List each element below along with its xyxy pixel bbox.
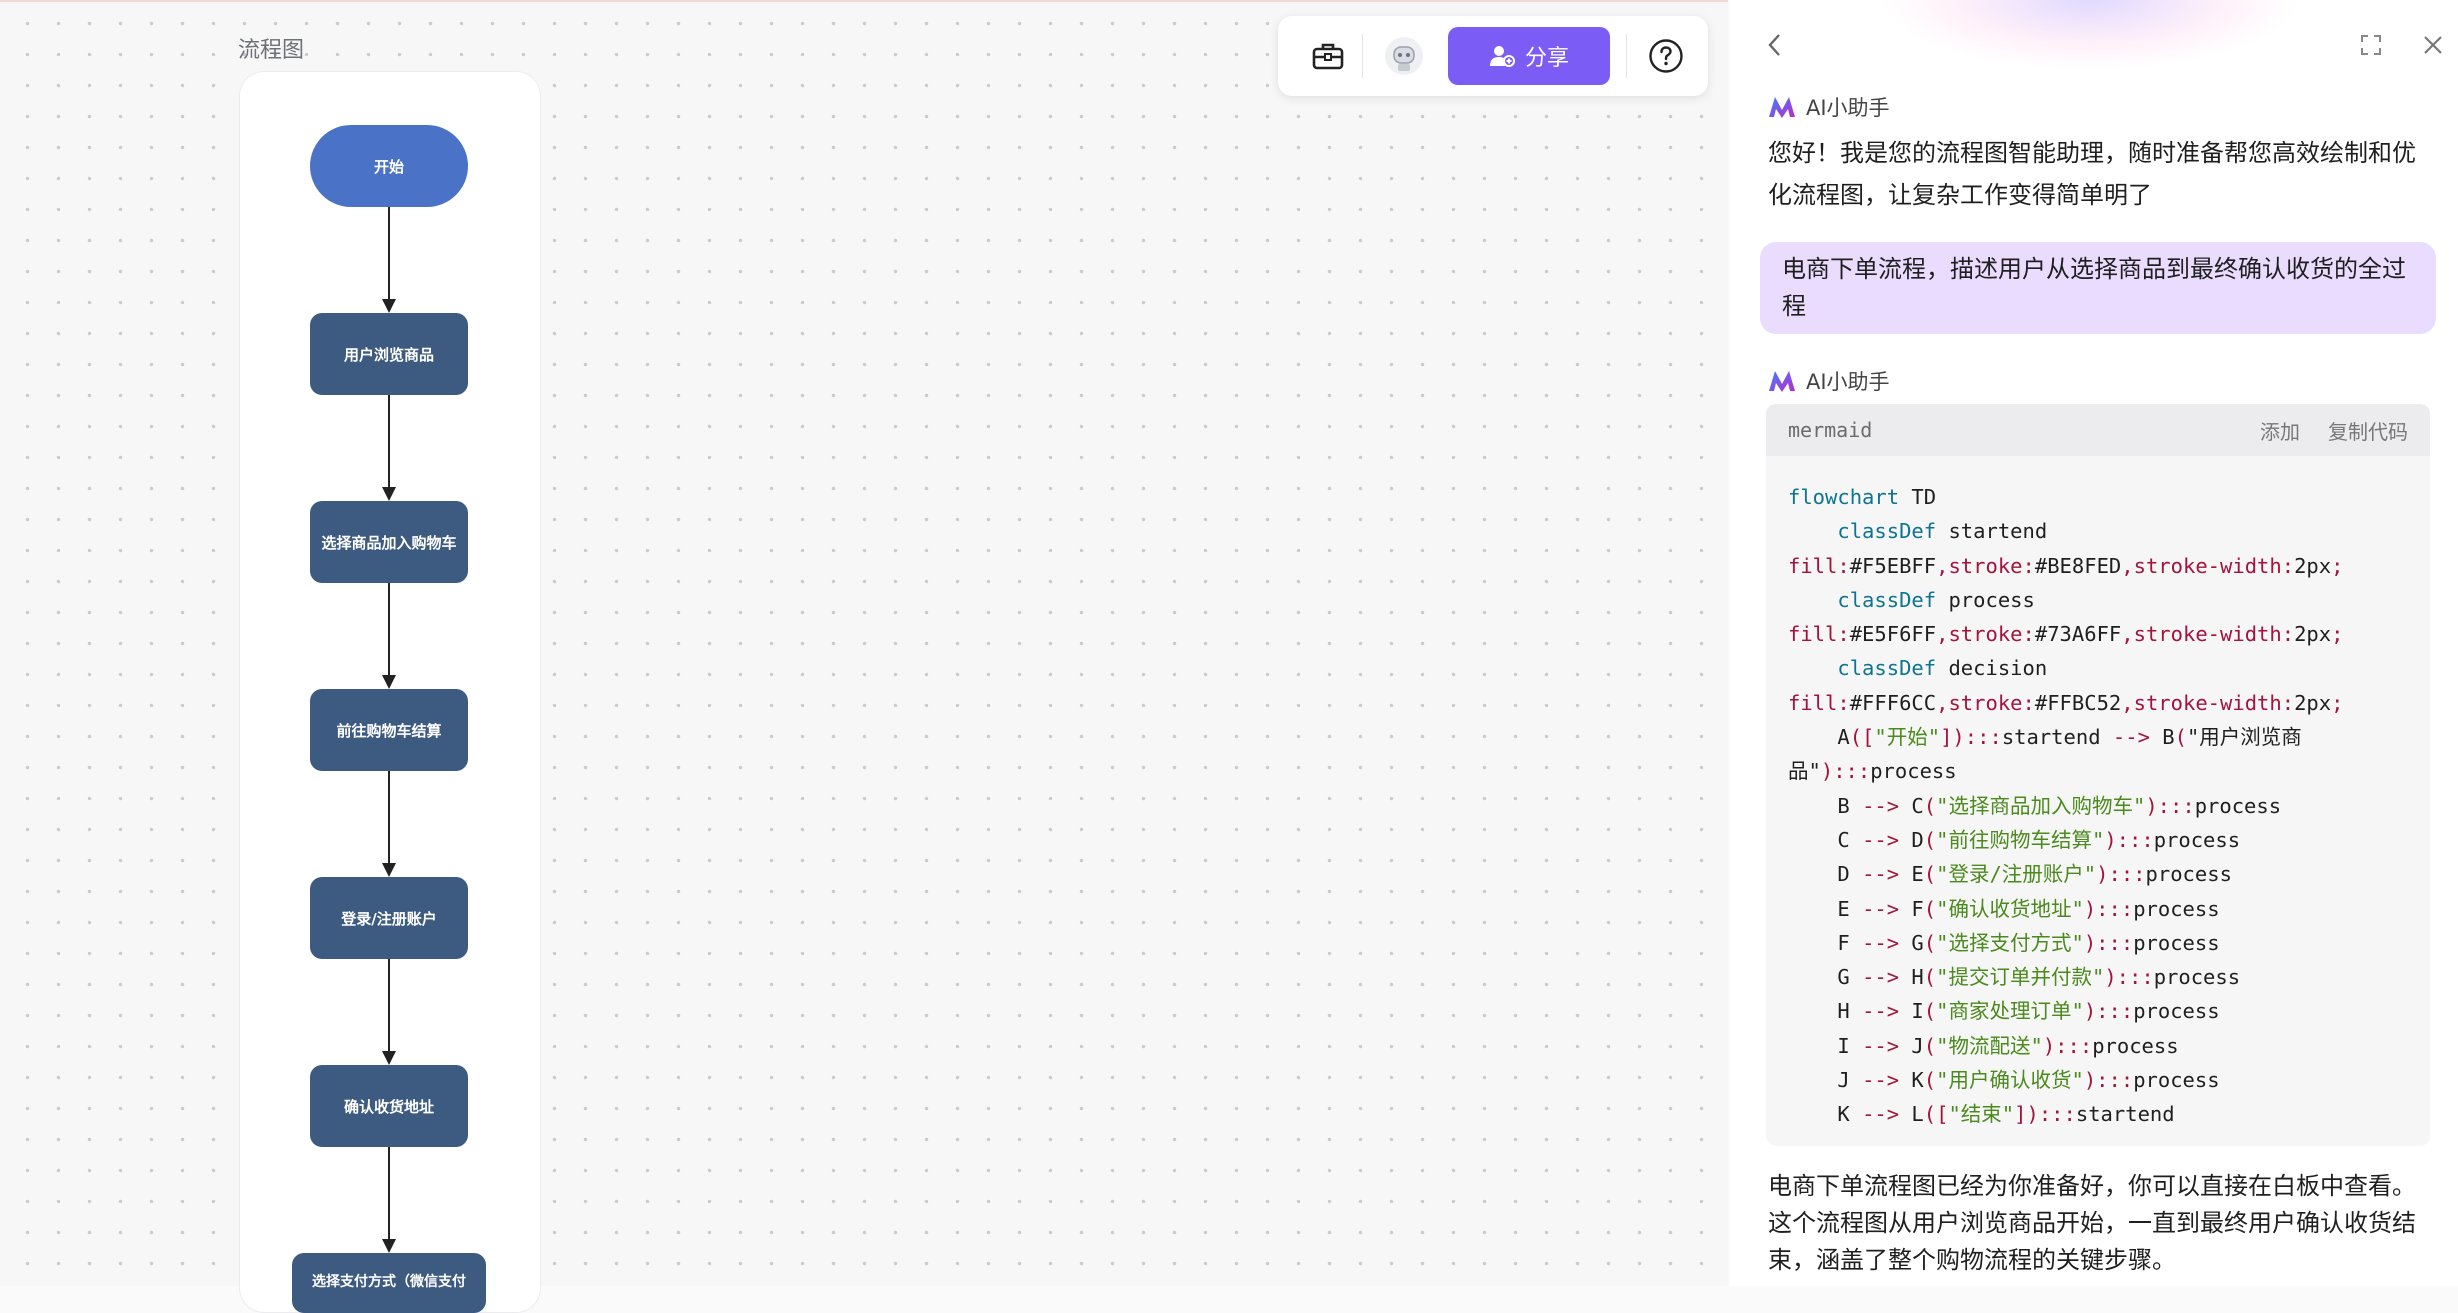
chevron-left-icon[interactable]	[1758, 28, 1792, 62]
assistant-reply: 电商下单流程图已经为你准备好，你可以直接在白板中查看。这个流程图从用户浏览商品开…	[1768, 1172, 2416, 1274]
flow-node[interactable]: 用户浏览商品	[310, 313, 468, 395]
flow-connector	[388, 771, 390, 865]
arrowhead-icon	[382, 1239, 396, 1253]
whiteboard-canvas[interactable]: 流程图 开始用户浏览商品 选择商品加入购物车 前往购物车结算 登录/注册账户 确认收货地…	[0, 0, 1728, 1313]
ai-logo-icon	[1769, 97, 1795, 118]
share-label: 分享	[1524, 46, 1569, 71]
toolbar-divider	[1362, 34, 1363, 78]
flow-node[interactable]: 前往购物车结算	[310, 689, 468, 771]
ai-assistant-panel: AI小助手 您好！我是您的流程图智能助理，随时准备帮您高效绘制和优化流程图，让复…	[1730, 0, 2458, 1286]
toolbox-icon[interactable]	[1308, 36, 1348, 76]
flow-connector	[388, 959, 390, 1053]
flow-connector	[388, 583, 390, 677]
ai-logo-icon	[1769, 371, 1795, 392]
share-button[interactable]: 分享	[1448, 27, 1610, 85]
code-block-header: mermaid 添加 复制代码	[1766, 404, 2430, 456]
canvas-toolbar: 分享	[1278, 16, 1708, 96]
expand-icon[interactable]	[2354, 28, 2388, 62]
add-user-icon	[1489, 46, 1515, 67]
robot-avatar-icon[interactable]	[1384, 36, 1424, 76]
arrowhead-icon	[382, 299, 396, 313]
header-glow	[1880, 0, 2300, 70]
flow-connector	[388, 1147, 390, 1241]
flow-node[interactable]: 开始	[310, 125, 468, 207]
arrowhead-icon	[382, 863, 396, 877]
flow-connector	[388, 395, 390, 489]
code-language: mermaid	[1788, 418, 1873, 442]
assistant-greeting: 您好！我是您的流程图智能助理，随时准备帮您高效绘制和优化流程图，让复杂工作变得简…	[1768, 139, 2416, 209]
flow-node[interactable]: 登录/注册账户	[310, 877, 468, 959]
assistant-name: AI小助手	[1806, 370, 1890, 394]
flow-node[interactable]: 选择商品加入购物车	[310, 501, 468, 583]
help-circle-icon[interactable]	[1646, 36, 1686, 76]
assistant-header: AI小助手	[1768, 366, 1890, 396]
code-block: mermaid 添加 复制代码 flowchart TD classDef st…	[1766, 404, 2430, 1146]
close-icon[interactable]	[2416, 28, 2450, 62]
flow-node[interactable]: 选择支付方式（微信支付	[292, 1253, 486, 1313]
add-code-button[interactable]: 添加	[2260, 416, 2300, 445]
toolbar-divider	[1626, 34, 1627, 78]
assistant-name: AI小助手	[1806, 96, 1890, 120]
frame-title[interactable]: 流程图	[238, 32, 304, 64]
arrowhead-icon	[382, 675, 396, 689]
flow-node[interactable]: 确认收货地址	[310, 1065, 468, 1147]
top-accent-line	[0, 0, 1728, 2]
arrowhead-icon	[382, 487, 396, 501]
user-message: 电商下单流程，描述用户从选择商品到最终确认收货的全过程	[1760, 242, 2436, 334]
code-content[interactable]: flowchart TD classDef startend fill:#F5E…	[1766, 456, 2430, 1132]
assistant-header: AI小助手	[1768, 92, 1890, 122]
copy-code-button[interactable]: 复制代码	[2328, 416, 2408, 445]
flow-connector	[388, 207, 390, 301]
arrowhead-icon	[382, 1051, 396, 1065]
